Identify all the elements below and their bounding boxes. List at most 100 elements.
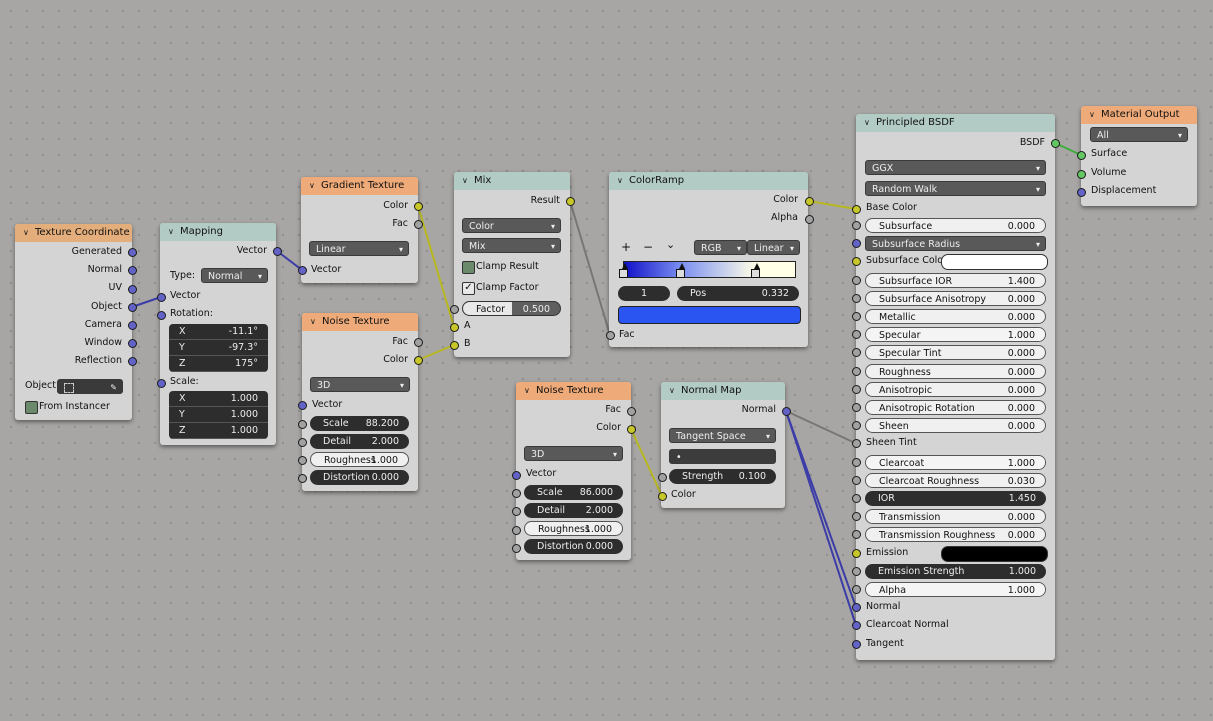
input-subsurface-color-swatch[interactable]: [941, 254, 1048, 271]
stop-color-swatch[interactable]: [618, 306, 801, 324]
scale-x[interactable]: X 1.000: [169, 391, 268, 407]
scale-fields[interactable]: X 1.000 Y 1.000 Z 1.000: [169, 391, 268, 439]
ramp-stop-handle[interactable]: [675, 269, 685, 278]
collapse-chevron-icon[interactable]: ∨: [23, 224, 35, 242]
field-roughness[interactable]: Roughness 1.000: [310, 452, 409, 467]
collapse-chevron-icon[interactable]: ∨: [524, 382, 536, 400]
socket-mix-in-b[interactable]: [450, 341, 459, 350]
socket-bsdf-in-basecolor[interactable]: [852, 205, 861, 214]
input-transmission-roughness-slider[interactable]: Transmission Roughness 0.000: [865, 527, 1046, 543]
node-normal-map[interactable]: ∨ Normal Map Normal Tangent Space ▾ • Stre…: [661, 382, 785, 508]
rotation-x[interactable]: X -11.1°: [169, 324, 268, 340]
socket-tc-uv[interactable]: [128, 285, 137, 294]
socket-mo-in-volume[interactable]: [1077, 170, 1086, 179]
rotation-y[interactable]: Y -97.3°: [169, 340, 268, 356]
input-specular-tint-slider[interactable]: Specular Tint 0.000: [865, 345, 1046, 361]
socket-bsdf-in-alpha[interactable]: [852, 585, 861, 594]
socket-n1-in-vector[interactable]: [298, 401, 307, 410]
collapse-chevron-icon[interactable]: ∨: [462, 172, 474, 190]
stop-position-field[interactable]: Pos 0.332: [677, 286, 799, 301]
input-transmission-slider[interactable]: Transmission 0.000: [865, 509, 1046, 525]
scale-z[interactable]: Z 1.000: [169, 423, 268, 439]
collapse-chevron-icon[interactable]: ∨: [310, 313, 322, 331]
field-distortion[interactable]: Distortion 0.000: [524, 539, 623, 554]
socket-cr-out-color[interactable]: [805, 197, 814, 206]
socket-nm-in-color[interactable]: [658, 492, 667, 501]
field-roughness[interactable]: Roughness 1.000: [524, 521, 623, 536]
socket-bsdf-in-ior[interactable]: [852, 494, 861, 503]
input-subsurface-anisotropy-slider[interactable]: Subsurface Anisotropy 0.000: [865, 290, 1046, 306]
socket-n1-in-detail[interactable]: [298, 438, 307, 447]
socket-mo-in-displacement[interactable]: [1077, 188, 1086, 197]
socket-tc-reflection[interactable]: [128, 357, 137, 366]
socket-bsdf-out[interactable]: [1051, 139, 1060, 148]
collapse-chevron-icon[interactable]: ∨: [617, 172, 629, 190]
input-sheen-slider[interactable]: Sheen 0.000: [865, 418, 1046, 434]
input-anisotropic-rotation-slider[interactable]: Anisotropic Rotation 0.000: [865, 400, 1046, 415]
node-principled-bsdf[interactable]: ∨ Principled BSDF BSDF GGX ▾ Random Walk ▾ …: [856, 114, 1055, 660]
input-metallic-slider[interactable]: Metallic 0.000: [865, 309, 1046, 324]
socket-bsdf-in-emission[interactable]: [852, 548, 861, 558]
socket-bsdf-in-clearcoat-roughness[interactable]: [852, 475, 861, 485]
socket-cr-out-alpha[interactable]: [805, 215, 814, 224]
from-instancer-checkbox[interactable]: [25, 401, 38, 414]
socket-bsdf-in-subsurface-anisotropy[interactable]: [852, 293, 861, 303]
socket-n1-in-distortion[interactable]: [298, 474, 307, 483]
socket-bsdf-in-metallic[interactable]: [852, 312, 861, 321]
socket-map-in-scale[interactable]: [157, 379, 166, 388]
field-detail[interactable]: Detail 2.000: [524, 503, 623, 518]
interpolation-select[interactable]: Linear ▾: [747, 240, 800, 255]
socket-grad-out-color[interactable]: [414, 202, 423, 211]
input-ior-slider[interactable]: IOR 1.450: [865, 491, 1046, 506]
subsurface-method-select[interactable]: Random Walk ▾: [865, 181, 1046, 196]
node-mix[interactable]: ∨ Mix Result Color ▾ Mix ▾ Clamp Result ✓ C…: [454, 172, 570, 357]
clamp-result-checkbox[interactable]: [462, 261, 475, 274]
socket-map-in-vector[interactable]: [157, 293, 166, 302]
socket-nm-out-normal[interactable]: [782, 407, 791, 416]
input-alpha-slider[interactable]: Alpha 1.000: [865, 582, 1046, 597]
output-target-select[interactable]: All ▾: [1090, 127, 1188, 142]
eyedropper-icon[interactable]: ✎: [110, 380, 117, 395]
normal-space-select[interactable]: Tangent Space ▾: [669, 428, 776, 443]
node-mapping[interactable]: ∨ Mapping Vector Type: Normal ▾ Vector Rot…: [160, 223, 276, 445]
socket-n2-in-vector[interactable]: [512, 471, 521, 480]
node-material-output[interactable]: ∨ Material Output All ▾ Surface Volume Dis…: [1081, 106, 1197, 206]
socket-map-out-vector[interactable]: [273, 247, 282, 256]
socket-n2-in-scale[interactable]: [512, 489, 521, 498]
ramp-stop-handle[interactable]: [750, 269, 760, 278]
input-emission-strength-slider[interactable]: Emission Strength 1.000: [865, 563, 1046, 579]
socket-bsdf-in-roughness[interactable]: [852, 366, 861, 376]
collapse-chevron-icon[interactable]: ∨: [1089, 106, 1101, 124]
socket-tc-object[interactable]: [128, 303, 137, 312]
scale-y[interactable]: Y 1.000: [169, 407, 268, 423]
socket-n1-out-color[interactable]: [414, 356, 423, 365]
socket-cr-in-fac[interactable]: [606, 331, 615, 340]
noise-dimensions-select[interactable]: 3D ▾: [310, 377, 410, 392]
rotation-fields[interactable]: X -11.1° Y -97.3° Z 175°: [169, 324, 268, 372]
color-mode-select[interactable]: RGB ▾: [694, 240, 747, 255]
socket-bsdf-in-anisotropic-rotation[interactable]: [852, 403, 861, 412]
input-clearcoat-roughness-slider[interactable]: Clearcoat Roughness 0.030: [865, 472, 1046, 488]
field-scale[interactable]: Scale 86.000: [524, 485, 623, 500]
stop-index-field[interactable]: 1: [618, 286, 670, 301]
noise-dimensions-select[interactable]: 3D ▾: [524, 446, 623, 461]
socket-n1-out-fac[interactable]: [414, 338, 423, 347]
ramp-stop-handle[interactable]: [619, 269, 628, 278]
collapse-chevron-icon[interactable]: ∨: [669, 382, 681, 400]
socket-bsdf-in-tangent[interactable]: [852, 639, 861, 649]
input-specular-slider[interactable]: Specular 1.000: [865, 327, 1046, 343]
socket-n2-out-color[interactable]: [627, 425, 636, 434]
collapse-chevron-icon[interactable]: ∨: [168, 223, 180, 241]
socket-tc-generated[interactable]: [128, 248, 137, 257]
socket-mo-in-surface[interactable]: [1077, 151, 1086, 160]
mix-blend-select[interactable]: Mix ▾: [462, 238, 561, 253]
color-ramp-gradient[interactable]: [623, 261, 796, 278]
input-subsurface-ior-slider[interactable]: Subsurface IOR 1.400: [865, 272, 1046, 288]
mix-data-type-select[interactable]: Color ▾: [462, 218, 561, 233]
input-clearcoat-slider[interactable]: Clearcoat 1.000: [865, 454, 1046, 470]
input-subsurface-radius-select[interactable]: Subsurface Radius ▾: [865, 236, 1046, 252]
distribution-select[interactable]: GGX ▾: [865, 160, 1046, 175]
uv-map-field[interactable]: •: [669, 449, 776, 464]
collapse-chevron-icon[interactable]: ∨: [309, 177, 321, 195]
socket-n2-in-roughness[interactable]: [512, 526, 521, 535]
